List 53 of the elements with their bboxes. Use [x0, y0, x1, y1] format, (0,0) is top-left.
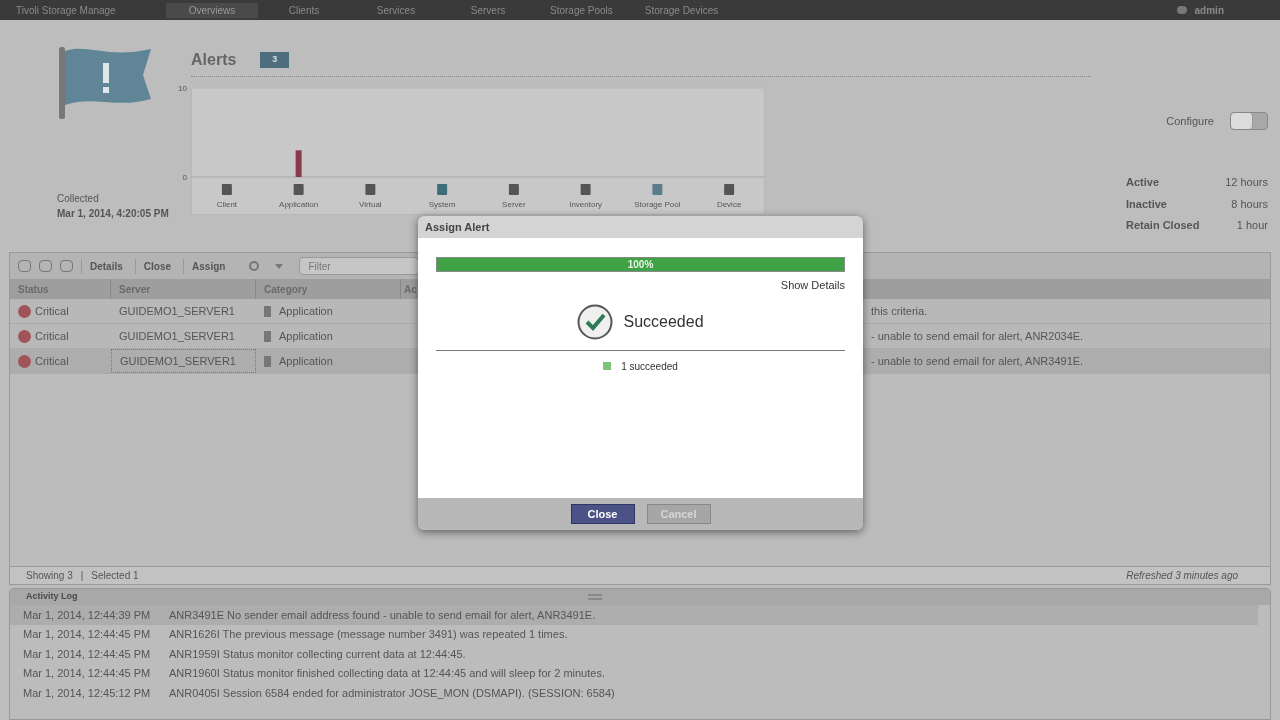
product-name: Tivoli Storage Manage	[16, 3, 117, 18]
category-label: Server	[502, 200, 526, 209]
category-label: Device	[716, 200, 742, 209]
retention-value: 8 hours	[1231, 196, 1268, 212]
table-cell-text: Critical	[35, 353, 69, 369]
log-message: ANR0405I Session 6584 ended for administrator JOSE_MON (DSMAPI). (SESSION: 6584)	[169, 685, 615, 701]
log-message: ANR1959I Status monitor collecting current data at 12:44:45.	[169, 646, 466, 662]
retention-label: Inactive	[1126, 196, 1167, 212]
category-label: Virtual	[359, 200, 382, 209]
table-cell-text: Critical	[35, 328, 69, 344]
retention-label: Retain Closed	[1126, 218, 1200, 233]
log-time: Mar 1, 2014, 12:45:12 PM	[23, 685, 152, 701]
progress-label: 100%	[626, 258, 655, 271]
category-label: System	[428, 200, 456, 209]
table-cell-text: Critical	[35, 303, 69, 319]
log-message: ANR1626I The previous message (message number 3491) was repeated 1 times.	[169, 627, 568, 642]
category-label: Application	[279, 200, 319, 209]
separator: |	[79, 569, 85, 583]
table-cell-text: GUIDEMO1_SERVER1	[118, 328, 236, 344]
table-cell-text: Application	[279, 353, 333, 369]
category-label: Storage Pool	[634, 200, 681, 209]
count-badge: 3	[260, 52, 290, 68]
category-label: Client	[216, 200, 238, 209]
log-time: Mar 1, 2014, 12:44:39 PM	[23, 607, 152, 623]
table-cell-text: - unable to send email for alert, ANR3491E.	[871, 353, 1084, 369]
log-message: ANR1960I Status monitor finished collecting data at 12:44:45 and will sleep for 2 minutes.	[169, 666, 605, 681]
table-cell-text: - unable to send email for alert, ANR2034E.	[871, 328, 1084, 344]
refresh-status: Refreshed 3 minutes ago	[1126, 569, 1238, 583]
table-cell-text: Application	[279, 328, 333, 344]
log-time: Mar 1, 2014, 12:44:45 PM	[23, 627, 152, 642]
result-title: Succeeded	[623, 311, 704, 332]
alerts-title: Alerts	[191, 50, 237, 70]
table-cell-text: GUIDEMO1_SERVER1	[118, 303, 236, 319]
table-cell-text: this criteria.	[871, 303, 928, 319]
selected-count: Selected 1	[91, 569, 139, 583]
configure-label: Configure	[1166, 113, 1214, 129]
collected-label: Collected	[57, 192, 100, 206]
panel-title: Activity Log	[26, 590, 78, 604]
collected-time: Mar 1, 2014, 4:20:05 PM	[57, 207, 170, 221]
category-label: Inventory	[569, 200, 603, 209]
log-time: Mar 1, 2014, 12:44:45 PM	[23, 646, 152, 662]
axis-tick-label: 0	[182, 173, 187, 182]
showing-count: Showing 3	[26, 569, 73, 583]
result-summary: 1 succeeded	[621, 359, 678, 374]
dialog-title: Assign Alert	[425, 219, 490, 235]
retention-label: Active	[1126, 175, 1160, 190]
log-time: Mar 1, 2014, 12:44:45 PM	[23, 666, 152, 681]
retention-value: 12 hours	[1225, 175, 1268, 190]
log-message: ANR3491E No sender email address found - unable to send email for alert, ANR3491E.	[169, 607, 596, 623]
table-cell: GUIDEMO1_SERVER1	[111, 349, 256, 373]
table-cell-text: Application	[279, 303, 333, 319]
retention-value: 1 hour	[1236, 218, 1268, 233]
axis-tick-label: 10	[178, 84, 187, 93]
